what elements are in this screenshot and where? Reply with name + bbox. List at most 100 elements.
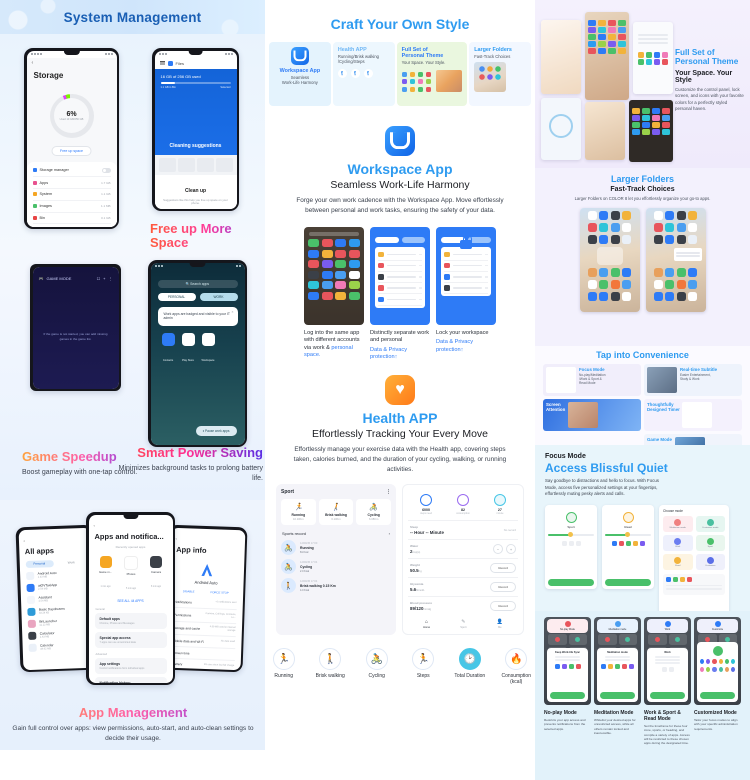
back-icon[interactable]: ‹	[27, 58, 117, 66]
list-item[interactable]: Calculator 1.43 MB	[27, 629, 88, 640]
cast-icon[interactable]: ☐	[97, 276, 101, 281]
tap-card-subtitle[interactable]: Real-time Subtitle Easier Entertainment,…	[644, 364, 742, 396]
confirm-button[interactable]	[550, 692, 585, 699]
start-button[interactable]	[605, 578, 651, 586]
search-bar[interactable]	[309, 232, 359, 237]
search-input[interactable]: 🔍 Search apps	[157, 279, 238, 288]
mode-customize-1[interactable]: Customize mode	[695, 515, 725, 532]
duration-slider[interactable]	[548, 532, 594, 538]
health-row-weight[interactable]: Weight 50.5Kg Record	[408, 559, 518, 579]
more-vertical-icon[interactable]: ⋮	[386, 489, 391, 495]
list-item[interactable]	[378, 272, 422, 284]
sport-tile-running[interactable]: 🏃 Running 10.10Km	[281, 499, 316, 526]
confirm-button[interactable]	[600, 692, 635, 699]
list-item[interactable]: Android Auto 1.33 MB	[25, 569, 86, 580]
record-button[interactable]: Record	[490, 563, 516, 574]
settings-card-app-settings[interactable]: App settings Control notifications from …	[94, 657, 167, 674]
free-up-space-button[interactable]: Free up space	[51, 145, 92, 157]
force-stop-button[interactable]: FORCE STOP	[211, 590, 229, 595]
plus-icon[interactable]: +	[506, 544, 516, 555]
record-button[interactable]: Record	[490, 582, 516, 593]
list-item[interactable]	[444, 283, 488, 295]
tab-work[interactable]: WORK	[199, 292, 238, 301]
storage-row-manager[interactable]: Storage manager	[32, 165, 111, 178]
style-card-health[interactable]: Health APP Running/Brisk walking /Cyclin…	[332, 42, 395, 106]
folder-context-menu[interactable]	[673, 248, 702, 261]
tab-personal[interactable]: Personal	[25, 559, 54, 568]
shot-caption-link[interactable]: Data & Privacy protection↑	[436, 339, 496, 354]
health-row-sleep[interactable]: Sleep -- Hour -- Minute No record	[408, 521, 518, 541]
list-item[interactable]: Calendar 44.62 MB	[28, 641, 88, 652]
settings-card-special-access[interactable]: Special app access 7 apps can use unrest…	[94, 631, 167, 648]
list-item[interactable]	[378, 249, 422, 261]
health-row-blood-pressure[interactable]: Blood pressure 89/120mmHg Record	[408, 597, 518, 615]
minus-icon[interactable]: −	[493, 544, 503, 555]
style-card-workspace[interactable]: Workspace App Seamless Work-Life Harmony	[269, 42, 331, 106]
tap-card-timer[interactable]: Thoughtfully Designed Timer	[644, 399, 742, 431]
record-button[interactable]: Record	[490, 601, 516, 612]
app-workspace[interactable]: Workspace	[201, 333, 215, 366]
style-card-folders[interactable]: Larger Folders Fast-Track Choices	[469, 42, 531, 106]
app-play-store[interactable]: Play Store	[181, 333, 195, 366]
tap-card-focus-mode[interactable]: Focus Mode No-play/Meditation /Work & Sp…	[543, 364, 641, 396]
settings-card-notification-history[interactable]: Notification history Show recent and sno…	[94, 676, 167, 683]
sport-tile-walking[interactable]: 🚶 Brisk walking 6.10Km	[318, 499, 354, 526]
nav-me[interactable]: 👤 Me	[497, 619, 503, 629]
start-button[interactable]	[548, 578, 594, 586]
mode-work[interactable]: Work	[663, 534, 693, 551]
tab-personal[interactable]: PERSONAL	[157, 292, 196, 301]
confirm-button[interactable]	[650, 692, 685, 699]
more-vertical-icon[interactable]: ⋮	[109, 276, 113, 281]
app-info-row-battery[interactable]: Battery 0% use since last full charge	[171, 658, 235, 670]
health-row-water[interactable]: Water 2Cup(s) − +	[408, 540, 518, 560]
record-item[interactable]: 🚴 12/09/45 17:00 Running 81 Kcal	[281, 540, 391, 556]
list-item[interactable]: Basic Daydreams 33.24 kB	[26, 605, 87, 616]
list-item[interactable]: aiOVTaxiApp 2.54 MB	[25, 581, 86, 592]
menu-item-rename[interactable]	[675, 251, 700, 254]
disable-button[interactable]: DISABLE	[183, 589, 195, 593]
list-item[interactable]	[444, 272, 488, 284]
storage-manager-toggle[interactable]	[101, 167, 111, 173]
app-contacts[interactable]: Contacts	[161, 333, 175, 366]
duration-slider[interactable]	[605, 532, 651, 538]
tap-card-screen-attention[interactable]: Screen Attention	[543, 399, 641, 431]
large-folder[interactable]	[596, 247, 623, 266]
list-item[interactable]	[444, 249, 488, 261]
mode-customize-2[interactable]: Customize	[695, 553, 725, 570]
health-row-glycemia[interactable]: Glycemia 5.6Mmol/L Record	[408, 578, 518, 598]
mode-sport[interactable]: Sport	[695, 534, 725, 551]
shot-caption-link[interactable]: Data & Privacy protection↑	[370, 347, 430, 362]
pause-work-apps-button[interactable]: ⏸ Pause work apps	[195, 425, 237, 436]
list-item[interactable]: BnLauncher 11.12 MB	[27, 617, 87, 628]
menu-icon[interactable]	[159, 61, 165, 65]
settings-card-default-apps[interactable]: Default apps Chrome, Photos and Messages	[94, 612, 167, 629]
storage-row-system[interactable]: System 1.1 GB	[32, 189, 111, 201]
list-item[interactable]	[378, 283, 422, 295]
add-icon[interactable]: +	[103, 276, 105, 281]
see-all-apps-link[interactable]: SEE ALL 44 APPS	[89, 599, 173, 603]
mode-meditation[interactable]: Meditation mode	[663, 515, 693, 532]
nav-home[interactable]: ⌂ Home	[423, 619, 430, 629]
record-item[interactable]: 🚶 12/09/45 17:04 Brisk walking 0.15 Km 4…	[281, 578, 391, 594]
sports-record-header[interactable]: Sports record ›	[282, 531, 390, 536]
recent-app-photos[interactable]: Photos 5 min ago	[124, 555, 139, 594]
menu-item-show-small[interactable]	[675, 255, 700, 258]
mode-read[interactable]: Read	[663, 553, 693, 570]
storage-row-bin[interactable]: Bin 0.1 GB	[32, 213, 111, 225]
list-item[interactable]	[444, 261, 488, 272]
recent-app-camera[interactable]: Camera 8 min ago	[150, 555, 163, 594]
list-item[interactable]	[378, 261, 422, 272]
list-item[interactable]: Assistant 2.54 MB	[26, 593, 86, 604]
water-stepper[interactable]: − +	[493, 544, 516, 555]
sport-tile-cycling[interactable]: 🚴 Cycling 6.08Km	[356, 499, 392, 526]
confirm-button[interactable]	[700, 692, 735, 699]
style-card-theme[interactable]: Full Set of Personal Theme Your Space. Y…	[396, 42, 468, 106]
recent-app-game[interactable]: Game m... 1 min ago	[99, 555, 112, 594]
storage-row-apps[interactable]: Apps 1.7 GB	[32, 177, 111, 190]
nav-sport[interactable]: ✎ Sport	[460, 619, 466, 629]
tab-work[interactable]: Work	[57, 558, 85, 566]
close-icon[interactable]: ×	[232, 310, 234, 315]
list-item[interactable]	[378, 294, 422, 306]
record-item[interactable]: 🚴 12/09/45 17:04 Cycling 2.0 Kcal	[281, 559, 391, 575]
storage-row-images[interactable]: Images 1.1 MB	[32, 201, 111, 213]
